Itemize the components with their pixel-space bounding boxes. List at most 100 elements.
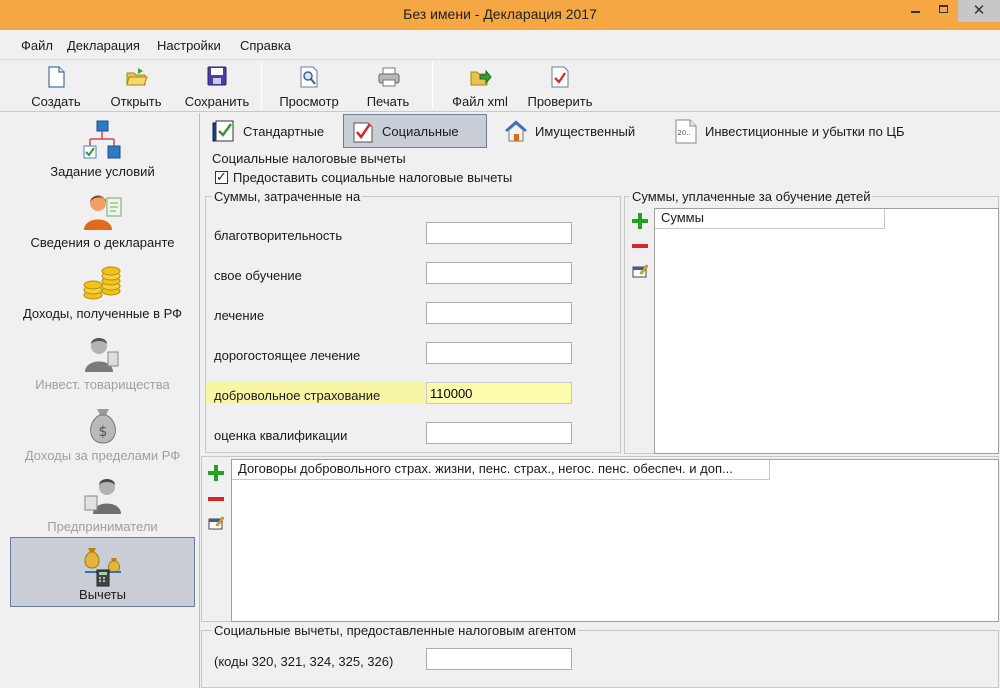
sidebar-item-declarant[interactable]: Сведения о декларанте [10,184,195,254]
open-folder-icon [126,66,148,88]
edit-contract-icon[interactable] [208,516,225,530]
expensive-treatment-label: дорогостоящее лечение [214,348,361,363]
open-button[interactable]: Открыть [104,63,168,109]
qualification-input[interactable] [426,422,572,444]
preview-button[interactable]: Просмотр [274,63,344,109]
sidebar: Задание условий Сведения о декларанте До… [0,113,200,688]
menu-bar: Файл Декларация Настройки Справка [0,30,1000,60]
minimize-button[interactable] [902,0,928,22]
voluntary-insurance-input[interactable] [426,382,572,404]
social-icon [350,118,376,144]
printer-icon [378,66,400,88]
treatment-input[interactable] [426,302,572,324]
tab-property-label: Имущественный [535,123,636,139]
own-education-input[interactable] [426,262,572,284]
add-contract-button[interactable] [207,464,225,482]
preview-icon [299,66,319,88]
print-button[interactable]: Печать [356,63,420,109]
sidebar-item-income-rf[interactable]: Доходы, полученные в РФ [10,255,195,325]
children-grid-header[interactable]: Суммы [655,209,885,229]
create-button[interactable]: Создать [24,63,88,109]
check-document-icon [550,66,570,88]
children-grid[interactable]: Суммы [654,208,999,454]
tab-standard[interactable]: Стандартные [205,114,341,148]
voluntary-insurance-label: добровольное страхование [214,388,381,403]
open-label: Открыть [110,94,162,109]
maximize-icon [938,5,948,13]
create-label: Создать [31,94,81,109]
declarant-icon [81,190,125,234]
print-label: Печать [366,94,410,109]
preview-label: Просмотр [279,94,339,109]
xml-export-icon [470,66,492,88]
sidebar-item-income-abroad[interactable]: $ Доходы за пределами РФ [10,397,195,467]
sidebar-item-conditions[interactable]: Задание условий [10,113,195,183]
add-child-button[interactable] [631,212,649,230]
xml-button[interactable]: Файл xml [446,63,514,109]
agent-deduction-input[interactable] [426,648,572,670]
tab-standard-label: Стандартные [243,123,325,139]
new-document-icon [46,66,66,88]
agent-group-title: Социальные вычеты, предоставленные налог… [212,623,579,638]
sidebar-label-declarant: Сведения о декларанте [30,235,175,250]
toolbar-separator [432,62,433,110]
menu-file[interactable]: Файл [21,38,53,53]
sidebar-label-income-rf: Доходы, полученные в РФ [22,306,183,321]
window-title: Без имени - Декларация 2017 [403,6,597,22]
save-label: Сохранить [184,94,250,109]
menu-declaration[interactable]: Декларация [67,38,140,53]
close-button[interactable]: ✕ [958,0,1000,22]
title-bar: Без имени - Декларация 2017 ✕ [0,0,1000,30]
check-label: Проверить [527,94,593,109]
xml-label: Файл xml [452,94,508,109]
investor-icon [81,332,125,376]
remove-contract-button[interactable] [207,490,225,508]
charity-input[interactable] [426,222,572,244]
conditions-icon [81,119,125,163]
sidebar-label-entrepreneurs: Предприниматели [47,519,158,534]
sidebar-label-income-abroad: Доходы за пределами РФ [24,448,181,463]
check-button[interactable]: Проверить [522,63,598,109]
spent-group-title: Суммы, затраченные на [212,189,363,204]
floppy-disk-icon [207,66,227,88]
money-bag-icon: $ [81,403,125,447]
entrepreneur-icon [81,474,125,518]
sidebar-label-deductions: Вычеты [79,587,126,602]
house-icon [503,118,529,144]
qualification-label: оценка квалификации [214,428,348,443]
tab-investment[interactable]: 20.. Инвестиционные и убытки по ЦБ [667,114,927,148]
sidebar-item-entrepreneurs[interactable]: Предприниматели [10,468,195,538]
menu-settings[interactable]: Настройки [157,38,221,53]
sidebar-item-deductions[interactable]: Вычеты [10,537,195,607]
remove-child-button[interactable] [631,237,649,255]
sidebar-label-conditions: Задание условий [50,164,155,179]
maximize-button[interactable] [930,0,956,22]
save-button[interactable]: Сохранить [180,63,254,109]
minimize-icon [910,11,920,13]
standard-icon [211,118,237,144]
sidebar-label-invest-partnerships: Инвест. товарищества [35,377,170,392]
sidebar-item-invest-partnerships[interactable]: Инвест. товарищества [10,326,195,396]
svg-text:20..: 20.. [677,129,690,137]
investment-icon: 20.. [673,118,699,144]
tab-investment-label: Инвестиционные и убытки по ЦБ [705,123,905,139]
tab-social-label: Социальные [382,123,459,139]
provide-social-label: Предоставить социальные налоговые вычеты [233,170,513,185]
contracts-grid[interactable]: Договоры добровольного страх. жизни, пен… [231,459,999,622]
own-education-label: свое обучение [214,268,302,283]
social-group-title: Социальные налоговые вычеты [210,151,408,166]
agent-codes-label: (коды 320, 321, 324, 325, 326) [214,654,394,669]
menu-help[interactable]: Справка [240,38,291,53]
children-group-title: Суммы, уплаченные за обучение детей [630,189,873,204]
contracts-grid-header[interactable]: Договоры добровольного страх. жизни, пен… [232,460,770,480]
expensive-treatment-input[interactable] [426,342,572,364]
toolbar-separator [261,62,262,110]
tab-social[interactable]: Социальные [343,114,487,148]
edit-child-icon[interactable] [632,264,649,278]
tab-property[interactable]: Имущественный [497,114,653,148]
deductions-icon [81,544,125,588]
charity-label: благотворительность [214,228,343,243]
deduction-tabs: Стандартные Социальные Имущественный 20.… [201,113,1000,150]
treatment-label: лечение [214,308,265,323]
provide-social-checkbox[interactable] [215,169,228,185]
